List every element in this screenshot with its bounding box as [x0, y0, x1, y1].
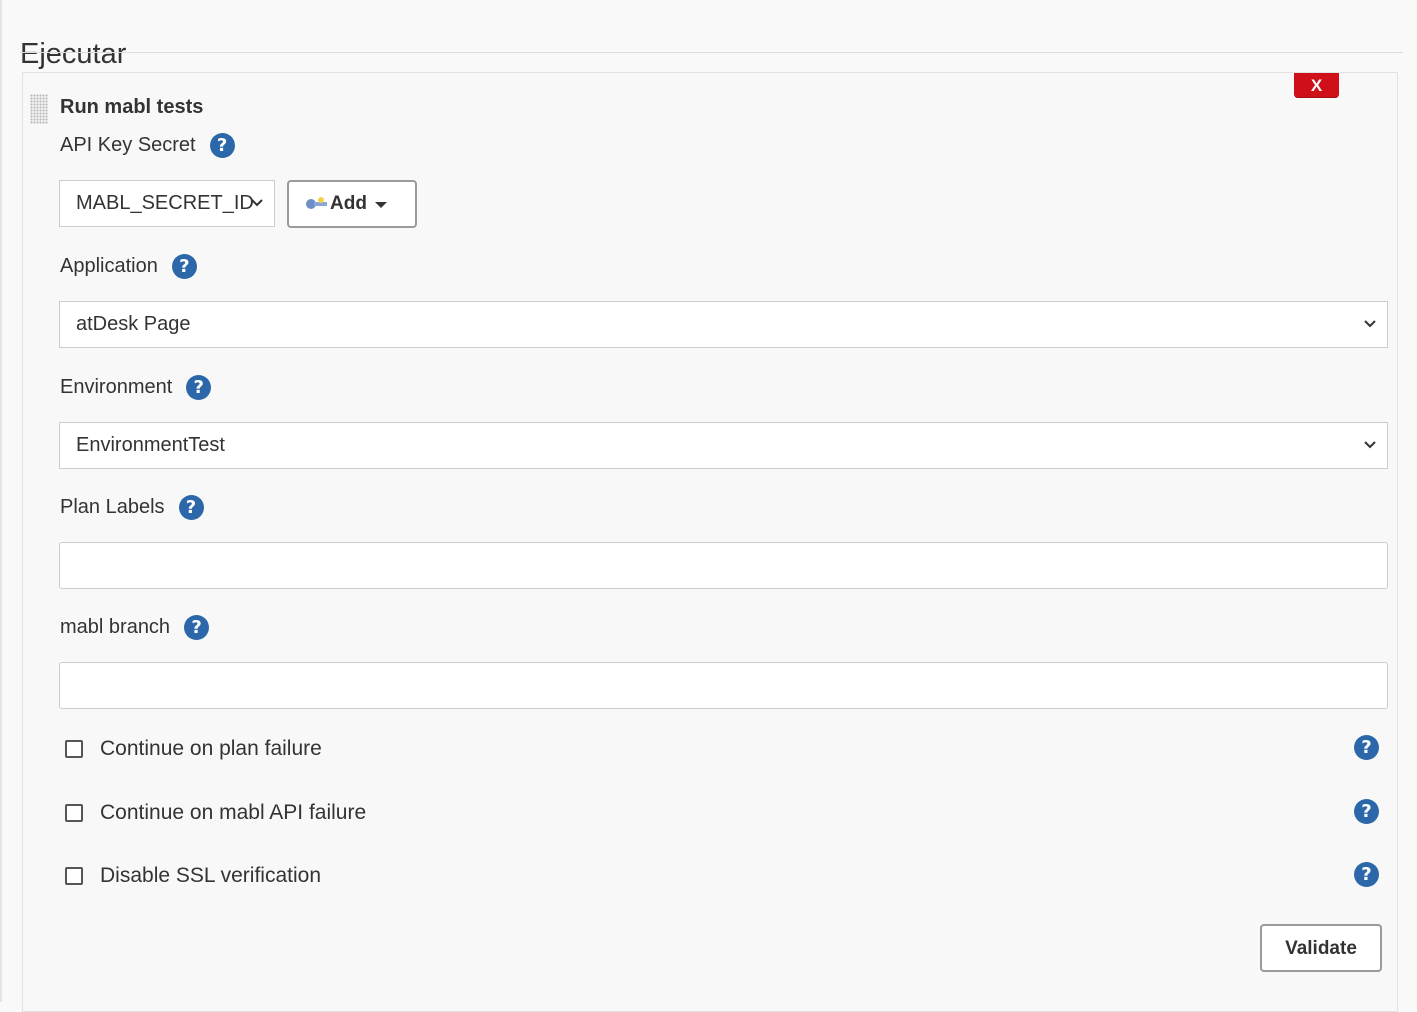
caret-down-icon: [374, 202, 387, 208]
continue-on-plan-failure-checkbox[interactable]: [65, 740, 83, 758]
chevron-down-icon: [251, 199, 263, 207]
application-help-icon[interactable]: ?: [171, 254, 197, 279]
api-key-secret-select[interactable]: MABL_SECRET_ID: [59, 180, 275, 227]
api-key-help-icon[interactable]: ?: [209, 133, 235, 158]
mabl-branch-label-text: mabl branch: [60, 616, 171, 638]
api-key-secret-value: MABL_SECRET_ID: [76, 192, 254, 214]
step-title: Run mabl tests: [60, 96, 204, 118]
chevron-down-icon: [1364, 320, 1376, 328]
plan-labels-input[interactable]: [59, 542, 1388, 589]
plan-labels-label-text: Plan Labels: [60, 496, 165, 518]
application-select[interactable]: atDesk Page: [59, 301, 1388, 348]
disable-ssl-verification-label: Disable SSL verification: [100, 864, 321, 887]
continue-on-plan-failure-help-icon[interactable]: ?: [1354, 735, 1379, 760]
continue-on-api-failure-row[interactable]: Continue on mabl API failure: [65, 801, 366, 825]
disable-ssl-verification-checkbox[interactable]: [65, 867, 83, 885]
plan-labels-label: Plan Labels ?: [60, 495, 204, 520]
key-icon: [306, 197, 327, 209]
application-value: atDesk Page: [76, 313, 191, 335]
mabl-branch-help-icon[interactable]: ?: [184, 615, 210, 640]
continue-on-plan-failure-label: Continue on plan failure: [100, 737, 322, 760]
add-credential-label: Add: [330, 193, 367, 214]
application-label-text: Application: [60, 255, 158, 277]
validate-button[interactable]: Validate: [1260, 924, 1382, 972]
disable-ssl-verification-help-icon[interactable]: ?: [1354, 862, 1379, 887]
chevron-down-icon: [1364, 441, 1376, 449]
environment-select[interactable]: EnvironmentTest: [59, 422, 1388, 469]
page-left-border: [0, 0, 2, 1002]
api-key-secret-label: API Key Secret ?: [60, 133, 235, 158]
environment-help-icon[interactable]: ?: [186, 375, 212, 400]
continue-on-api-failure-help-icon[interactable]: ?: [1354, 799, 1379, 824]
continue-on-api-failure-label: Continue on mabl API failure: [100, 801, 367, 824]
environment-label: Environment ?: [60, 375, 212, 400]
continue-on-plan-failure-row[interactable]: Continue on plan failure: [65, 737, 322, 761]
section-title: Ejecutar: [20, 38, 127, 71]
add-credential-button[interactable]: Add: [287, 180, 417, 228]
continue-on-api-failure-checkbox[interactable]: [65, 804, 83, 822]
environment-value: EnvironmentTest: [76, 434, 225, 456]
section-divider: [20, 52, 1403, 53]
disable-ssl-verification-row[interactable]: Disable SSL verification: [65, 864, 321, 888]
environment-label-text: Environment: [60, 376, 173, 398]
mabl-branch-input[interactable]: [59, 662, 1388, 709]
api-key-secret-label-text: API Key Secret: [60, 134, 196, 156]
application-label: Application ?: [60, 254, 197, 279]
plan-labels-help-icon[interactable]: ?: [178, 495, 204, 520]
drag-handle-icon[interactable]: [30, 94, 48, 124]
delete-step-button[interactable]: X: [1294, 73, 1339, 98]
mabl-branch-label: mabl branch ?: [60, 615, 210, 640]
